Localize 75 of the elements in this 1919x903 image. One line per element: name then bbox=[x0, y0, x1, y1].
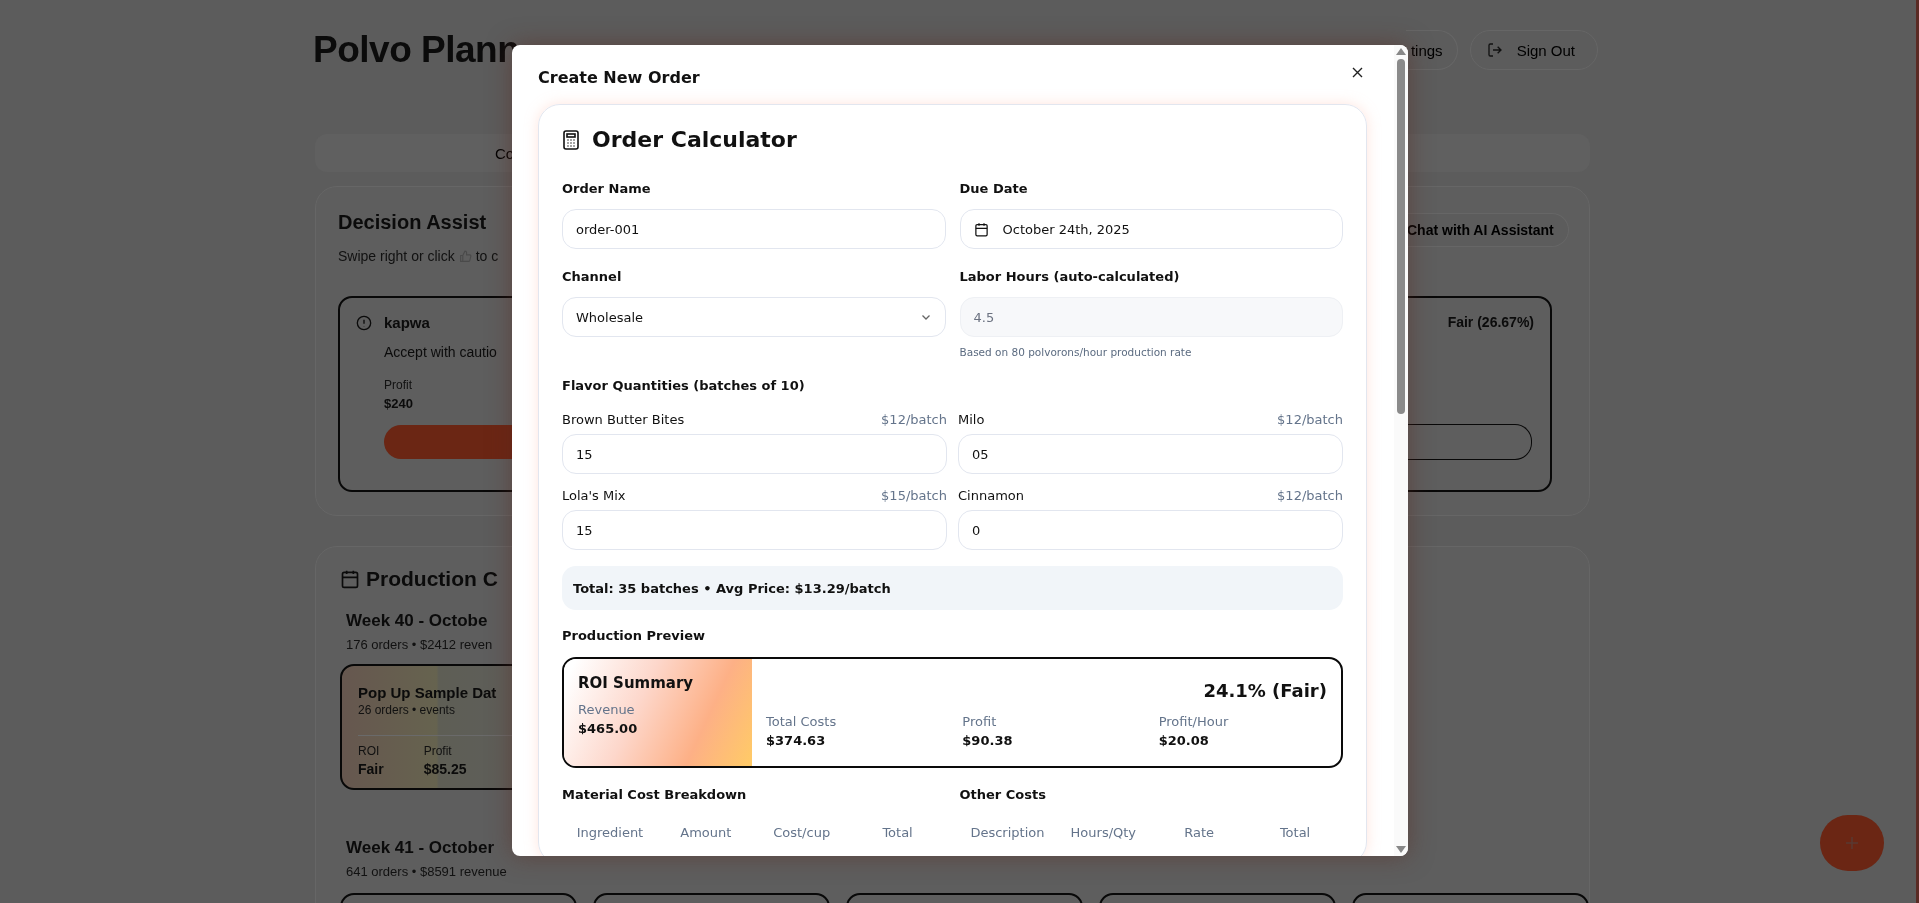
week-summary: 176 orders • $2412 reven bbox=[346, 637, 493, 652]
section-heading: Production Preview bbox=[562, 627, 707, 645]
column-header: Ingredient bbox=[575, 825, 645, 840]
flavor-name: Milo bbox=[958, 411, 985, 429]
column-header: Cost/cup bbox=[772, 825, 832, 840]
flavor-price: $12/batch bbox=[1277, 487, 1343, 505]
field-label: Channel bbox=[562, 268, 623, 286]
column-header: Total bbox=[1278, 825, 1312, 840]
info-icon bbox=[356, 314, 372, 331]
profit-value: $240 bbox=[384, 396, 413, 411]
section-title: Production C bbox=[366, 567, 498, 591]
field-label: Order Name bbox=[562, 180, 652, 198]
quantity-field[interactable]: 05 bbox=[958, 434, 1343, 474]
metric-label: Profit/Hour bbox=[1158, 714, 1230, 730]
date-picker[interactable]: October 24th, 2025 bbox=[959, 209, 1343, 249]
calendar-icon bbox=[973, 221, 989, 237]
event-name: Pop Up Sample Dat bbox=[358, 684, 497, 701]
column-header: Description bbox=[969, 825, 1046, 840]
column-header: Total bbox=[881, 825, 914, 840]
metric-label: Profit bbox=[962, 714, 998, 730]
text-field[interactable]: order-001 bbox=[562, 209, 946, 249]
dialog-title: Create New Order bbox=[538, 68, 700, 88]
channel-dropdown[interactable]: Wholesale bbox=[562, 297, 946, 337]
section-heading: Other Costs bbox=[959, 786, 1047, 804]
instruction-text: to c bbox=[475, 248, 499, 264]
quantity-field[interactable]: 15 bbox=[562, 510, 947, 550]
column-header: Hours/Qty bbox=[1069, 825, 1138, 840]
profit-label: Profit bbox=[384, 378, 412, 392]
roi-rating: Fair (26.67%) bbox=[1447, 314, 1534, 330]
metric-value: $465.00 bbox=[578, 721, 639, 736]
total-summary: Total: 35 batches • Avg Price: $13.29/batch bbox=[562, 566, 1343, 610]
order-name: kapwa bbox=[384, 314, 430, 331]
plus-icon bbox=[1845, 836, 1859, 850]
week-title: Week 40 - Octobe bbox=[346, 611, 488, 631]
instruction-text: Swipe right or click bbox=[338, 248, 455, 264]
quantity-field[interactable]: 0 bbox=[958, 510, 1343, 550]
week-summary: 641 orders • $8591 revenue bbox=[346, 864, 507, 879]
section-heading: Flavor Quantities (batches of 10) bbox=[562, 377, 806, 395]
stat-label: Profit bbox=[423, 744, 452, 758]
scrollbar[interactable] bbox=[1394, 45, 1408, 856]
metric-value: $20.08 bbox=[1158, 733, 1210, 748]
quantity-field[interactable]: 15 bbox=[562, 434, 947, 474]
column-header: Amount bbox=[679, 825, 733, 840]
metric-value: $90.38 bbox=[962, 733, 1014, 748]
flavor-name: Cinnamon bbox=[958, 487, 1024, 505]
flavor-price: $15/batch bbox=[881, 487, 947, 505]
roi-title: ROI Summary bbox=[578, 674, 695, 692]
metric-label: Total Costs bbox=[766, 714, 838, 730]
week-title: Week 41 - October bbox=[346, 838, 495, 858]
flavor-name: Lola's Mix bbox=[562, 487, 626, 505]
column-header: Rate bbox=[1183, 825, 1216, 840]
close-icon bbox=[1352, 67, 1363, 78]
event-meta: 26 orders • events bbox=[358, 703, 455, 719]
stat-value: $85.25 bbox=[423, 761, 467, 777]
calculator-icon bbox=[562, 130, 580, 150]
stat-label: ROI bbox=[358, 744, 380, 758]
calendar-icon bbox=[340, 569, 360, 589]
scroll-up-icon bbox=[1396, 48, 1406, 55]
sign-out-icon bbox=[1486, 42, 1503, 58]
roi-score: 24.1% (Fair) bbox=[1203, 680, 1327, 701]
card-title: Order Calculator bbox=[592, 126, 797, 154]
flavor-price: $12/batch bbox=[1277, 411, 1343, 429]
section-title: Decision Assist bbox=[338, 211, 487, 234]
flavor-price: $12/batch bbox=[881, 411, 947, 429]
add-button[interactable] bbox=[1820, 815, 1884, 871]
metric-label: Revenue bbox=[578, 702, 636, 718]
scroll-down-icon bbox=[1396, 846, 1406, 853]
advice-text: Accept with cautio bbox=[384, 344, 497, 360]
field-label: Due Date bbox=[959, 180, 1029, 198]
hint-text: Based on 80 polvorons/hour production rate bbox=[959, 346, 1193, 358]
scroll-thumb[interactable] bbox=[1397, 59, 1405, 414]
stat-value: Fair bbox=[358, 761, 384, 777]
flavor-name: Brown Butter Bites bbox=[562, 411, 685, 429]
field-label: Labor Hours (auto-calculated) bbox=[959, 268, 1181, 286]
metric-value: $374.63 bbox=[766, 733, 827, 748]
